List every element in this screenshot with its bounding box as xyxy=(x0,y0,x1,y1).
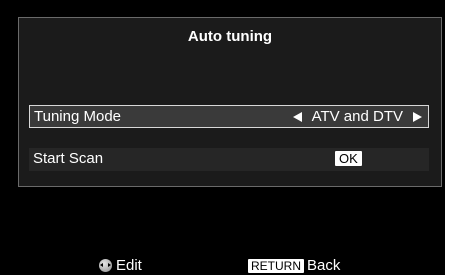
start-scan-label: Start Scan xyxy=(33,150,104,167)
back-label: Back xyxy=(307,257,341,274)
tv-screen: Auto tuning Tuning Mode ATV and DTV Star… xyxy=(0,0,445,275)
arrow-left-icon[interactable] xyxy=(292,111,302,122)
edit-label: Edit xyxy=(116,257,142,274)
footer-hints: Edit RETURN Back xyxy=(0,256,445,275)
tuning-mode-row[interactable]: Tuning Mode ATV and DTV xyxy=(29,105,429,128)
back-hint: RETURN Back xyxy=(248,257,340,274)
return-key-badge: RETURN xyxy=(248,258,304,273)
tuning-mode-label: Tuning Mode xyxy=(34,108,121,125)
dialog-title: Auto tuning xyxy=(187,28,273,45)
tuning-mode-value: ATV and DTV xyxy=(311,108,403,125)
tuning-mode-selector[interactable]: ATV and DTV xyxy=(292,108,422,125)
ok-button[interactable]: OK xyxy=(335,151,362,166)
navigation-pad-icon xyxy=(99,259,112,272)
arrow-right-icon[interactable] xyxy=(413,111,422,122)
auto-tuning-dialog: Auto tuning Tuning Mode ATV and DTV Star… xyxy=(18,17,442,187)
start-scan-row[interactable]: Start Scan OK xyxy=(29,148,429,171)
edit-hint: Edit xyxy=(99,257,142,274)
